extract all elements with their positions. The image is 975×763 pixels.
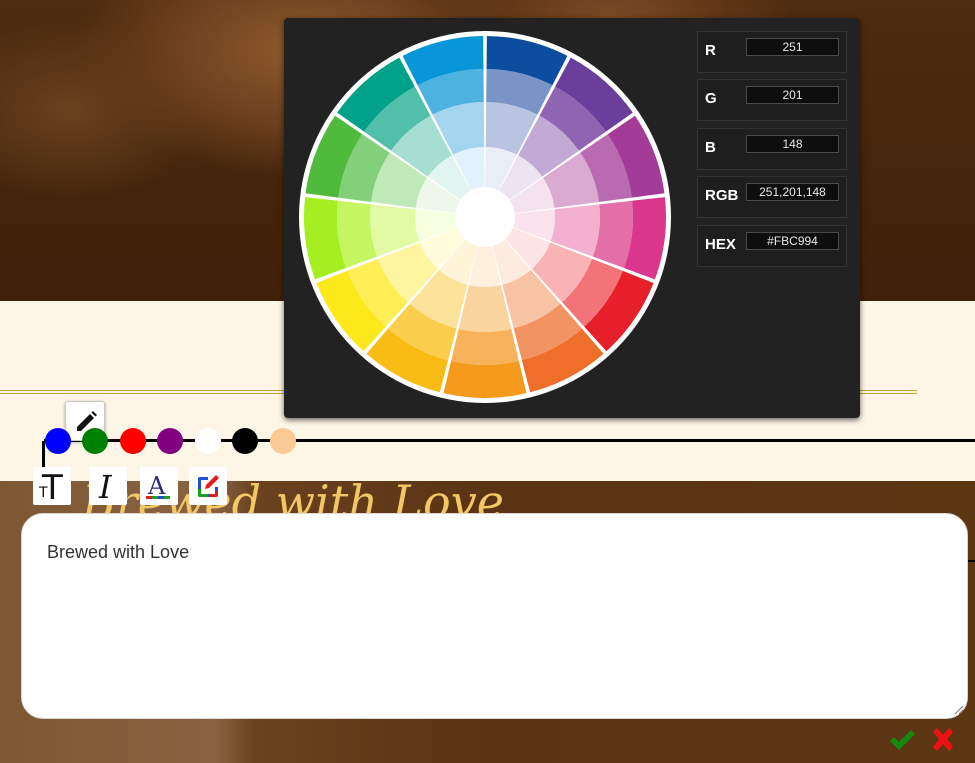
svg-text:T: T bbox=[38, 485, 48, 501]
channel-row-g: G 201 bbox=[697, 79, 847, 121]
channel-label-b: B bbox=[705, 139, 716, 156]
channel-row-r: R 251 bbox=[697, 31, 847, 73]
confirm-button[interactable] bbox=[888, 726, 916, 754]
color-wheel[interactable] bbox=[298, 30, 672, 404]
svg-text:A: A bbox=[147, 472, 166, 500]
cancel-button[interactable] bbox=[930, 726, 956, 754]
color-picker-panel: R 251 G 201 B 148 RGB 251,201,148 HEX #F… bbox=[284, 18, 860, 418]
swatch-black[interactable] bbox=[232, 428, 258, 454]
swatch-white[interactable] bbox=[195, 428, 221, 454]
edit-icon bbox=[198, 475, 219, 497]
swatch-green[interactable] bbox=[82, 428, 108, 454]
swatch-purple[interactable] bbox=[157, 428, 183, 454]
edit-outline-right bbox=[967, 560, 975, 562]
channel-input-g[interactable]: 201 bbox=[746, 86, 839, 104]
resize-grip-icon[interactable] bbox=[954, 705, 964, 715]
channel-row-b: B 148 bbox=[697, 128, 847, 170]
swatch-peach[interactable] bbox=[270, 428, 296, 454]
color-wheel-sector[interactable] bbox=[443, 361, 527, 398]
swatch-blue[interactable] bbox=[45, 428, 71, 454]
font-size-button[interactable]: T T bbox=[33, 467, 71, 508]
text-color-icon: A bbox=[146, 472, 170, 500]
font-size-icon: T T bbox=[38, 468, 63, 508]
edit-button[interactable] bbox=[189, 467, 227, 505]
color-wheel-sector[interactable] bbox=[451, 328, 519, 365]
channel-label-g: G bbox=[705, 90, 717, 107]
channel-row-rgb: RGB 251,201,148 bbox=[697, 176, 847, 218]
channel-input-r[interactable]: 251 bbox=[746, 38, 839, 56]
checkmark-icon bbox=[890, 730, 915, 750]
channel-label-hex: HEX bbox=[705, 236, 736, 253]
channel-label-r: R bbox=[705, 42, 716, 59]
channel-input-b[interactable]: 148 bbox=[746, 135, 839, 153]
svg-text:I: I bbox=[98, 468, 113, 505]
channel-row-hex: HEX #FBC994 bbox=[697, 225, 847, 267]
channel-label-rgb: RGB bbox=[705, 187, 739, 204]
italic-icon: I bbox=[98, 468, 113, 506]
editor-textarea[interactable]: Brewed with Love bbox=[21, 513, 968, 719]
close-icon bbox=[933, 728, 953, 751]
swatch-red[interactable] bbox=[120, 428, 146, 454]
text-color-button[interactable]: A bbox=[140, 467, 178, 505]
editor-text: Brewed with Love bbox=[47, 542, 190, 562]
channel-input-hex[interactable]: #FBC994 bbox=[746, 232, 839, 250]
channel-input-rgb[interactable]: 251,201,148 bbox=[746, 183, 839, 201]
edit-outline-top bbox=[44, 439, 975, 442]
color-wheel-center bbox=[461, 193, 509, 241]
italic-button[interactable]: I bbox=[89, 467, 127, 506]
